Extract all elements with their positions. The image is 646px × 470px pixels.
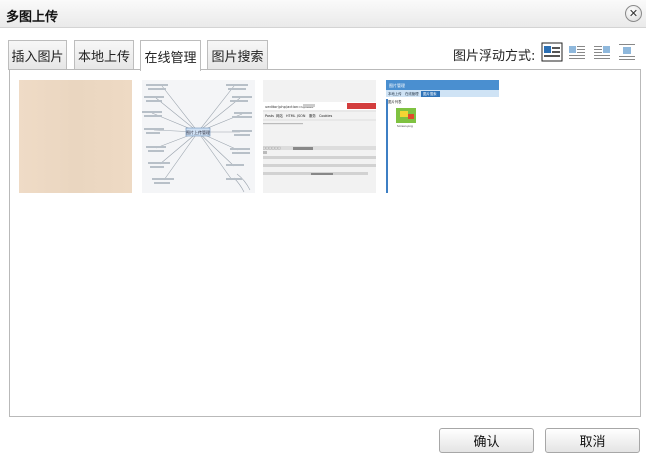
- float-right-button[interactable]: [591, 42, 613, 62]
- screenshot-nav-5: 服务: [309, 113, 316, 118]
- screenshot-nav-2: 网站: [276, 113, 283, 118]
- dialog-title: 多图上传: [6, 10, 59, 25]
- confirm-button[interactable]: 确认: [439, 428, 534, 453]
- manager-tab-1: 本地上传: [388, 91, 402, 96]
- online-image-panel: 图片上传管理 ueditor/php/action=upload Posts 网…: [9, 69, 641, 417]
- close-icon: ✕: [628, 7, 639, 20]
- tab-online-manage[interactable]: 在线管理: [140, 40, 201, 71]
- dialog-titlebar: 多图上传 ✕: [0, 0, 646, 28]
- tab-image-search[interactable]: 图片搜索: [207, 40, 268, 70]
- webpage-screenshot-graphic: ueditor/php/action=upload Posts 网站 HTML …: [263, 80, 376, 193]
- mind-map-center-label: 图片上传管理: [186, 129, 210, 135]
- align-none-icon: [541, 42, 563, 62]
- manager-screenshot-graphic: 图片管理 本地上传 在线管理 图片搜索 图片列表 Screen.png: [386, 80, 499, 193]
- image-thumbnail-2[interactable]: 图片上传管理: [142, 80, 255, 193]
- cancel-button[interactable]: 取消: [545, 428, 640, 453]
- multi-image-upload-dialog: 多图上传 ✕ 插入图片 本地上传 在线管理 图片搜索 图片浮动方式: 图片上传管…: [0, 0, 646, 470]
- screenshot-nav-1: Posts: [265, 114, 274, 118]
- tab-local-upload[interactable]: 本地上传: [74, 40, 134, 70]
- align-center-icon: [619, 44, 635, 60]
- align-right-icon: [594, 46, 610, 59]
- align-left-icon: [569, 46, 585, 59]
- close-button[interactable]: ✕: [625, 5, 642, 22]
- image-thumbnail-4[interactable]: 图片管理 本地上传 在线管理 图片搜索 图片列表 Screen.png: [386, 80, 499, 193]
- float-mode-label: 图片浮动方式:: [453, 49, 536, 64]
- tab-insert-image[interactable]: 插入图片: [8, 40, 67, 70]
- manager-header-text: 图片管理: [389, 82, 405, 88]
- image-thumbnail-1[interactable]: [19, 80, 132, 193]
- manager-path-text: 图片列表: [388, 99, 402, 104]
- mind-map-graphic: 图片上传管理: [142, 84, 252, 193]
- manager-tab-2: 在线管理: [405, 91, 419, 96]
- image-thumbnail-3[interactable]: ueditor/php/action=upload Posts 网站 HTML …: [263, 80, 376, 193]
- float-center-button[interactable]: [616, 42, 638, 62]
- manager-tab-3: 图片搜索: [423, 91, 437, 96]
- screenshot-nav-4: JSON: [296, 114, 306, 118]
- screenshot-nav-3: HTML: [286, 114, 296, 118]
- screenshot-nav-6: Cookies: [319, 114, 333, 118]
- manager-thumb-caption: Screen.png: [397, 124, 413, 128]
- float-none-button[interactable]: [541, 42, 563, 62]
- float-left-button[interactable]: [566, 42, 588, 62]
